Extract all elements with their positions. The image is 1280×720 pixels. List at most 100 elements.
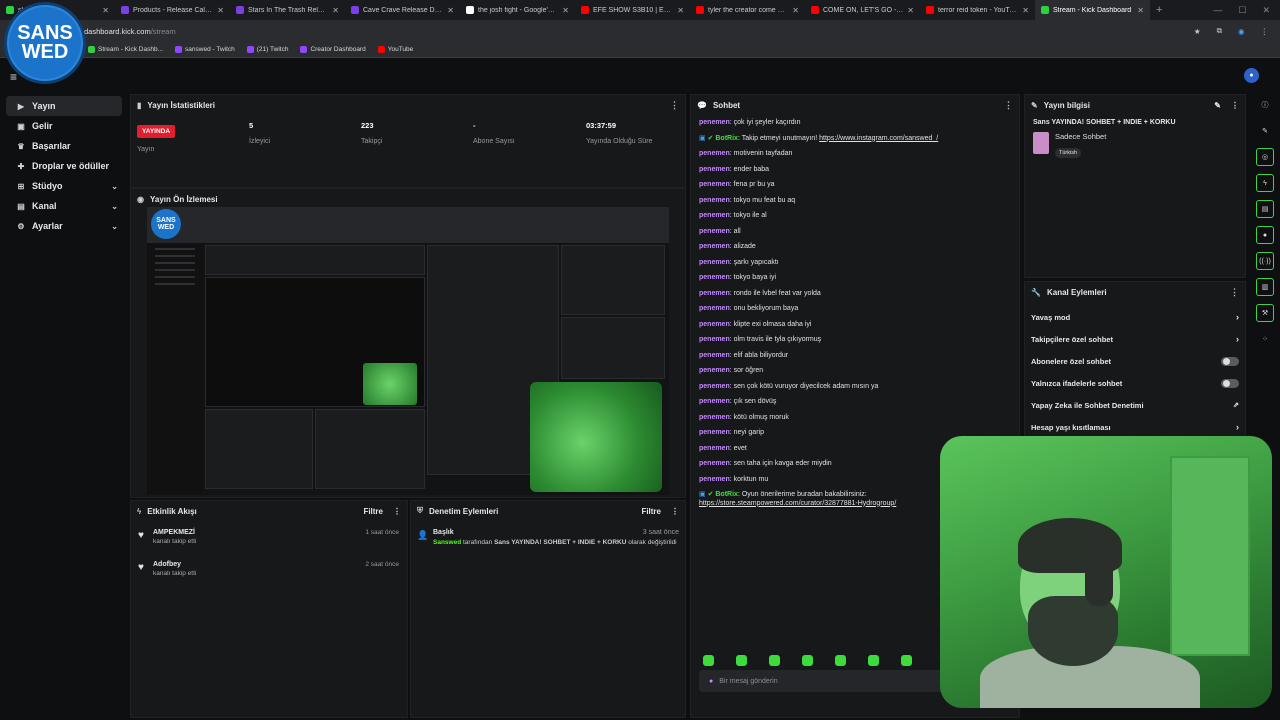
close-icon[interactable]: ✕ [332,6,339,15]
users-icon[interactable]: ⁘ [1256,330,1274,348]
profile-icon[interactable]: ◉ [1238,27,1245,36]
broadcast-icon[interactable]: ((·)) [1256,252,1274,270]
stats-panel: ▮ Yayın İstatistikleri ⋮ YAYINDA Yayın 5 İzl… [130,94,686,188]
chat-message: penemen: çık sen dövüş [699,398,777,405]
server-icon[interactable]: ▥ [1256,278,1274,296]
browser-tab[interactable]: Cave Crave Release Dates ✕ [345,0,460,20]
minimize-icon[interactable]: — [1213,5,1222,16]
mic-icon[interactable]: ● [709,678,713,685]
new-tab-icon[interactable]: + [1156,4,1162,16]
chat-message: penemen: onu bekliyorum baya [699,305,799,312]
browser-tab[interactable]: EFE SHOW S3B10 | ENİS KİRA✕ [575,0,690,20]
url-text[interactable]: dashboard.kick.com/stream [84,27,176,36]
live-badge: YAYINDA [137,125,176,138]
chat-link[interactable]: https://www.instagram.com/sanswed_/ [819,135,938,142]
toggle-switch[interactable] [1221,378,1239,388]
external-link-icon: ⇗ [1233,402,1239,409]
star-icon[interactable]: ★ [1194,27,1201,36]
browser-tab[interactable]: Stars In The Trash Release Da✕ [230,0,345,20]
sidebar-item[interactable]: ⚙ Ayarlar ⌄ [6,216,122,236]
browser-tab[interactable]: the josh fight - Google'da Ara✕ [460,0,575,20]
bookmark-item[interactable]: Stream - Kick Dashb... [88,46,163,53]
pencil-icon[interactable]: ✎ [1256,122,1274,140]
more-options-icon[interactable]: ⋮ [670,100,679,111]
stream-info-title: Yayın bilgisi [1043,100,1090,110]
emote-icon[interactable] [703,655,714,666]
chat-bubble-icon[interactable]: ● [1256,226,1274,244]
top-bar [0,58,1280,92]
bookmarks-bar: Stream - Kick Dashb... sanswed - Twitch (2… [0,42,1280,58]
more-options-icon[interactable]: ⋮ [1231,101,1239,110]
emote-icon[interactable] [769,655,780,666]
address-bar[interactable]: dashboard.kick.com/stream ★ ⧉ ◉ ⋮ [0,20,1280,42]
more-options-icon[interactable]: ⋮ [393,507,401,516]
bookmark-item[interactable]: sanswed - Twitch [175,46,235,53]
emote-icon[interactable] [868,655,879,666]
stream-title-text: Sans YAYINDA! SOHBET + INDIE + KORKU [1033,119,1176,126]
bolt-icon[interactable]: ϟ [1256,174,1274,192]
chat-message: penemen: elif abla biliyordur [699,351,789,359]
more-options-icon[interactable]: ⋮ [1230,287,1239,298]
bolt-icon: ϟ [137,506,142,516]
emote-icon[interactable] [901,655,912,666]
bookmark-item[interactable]: YouTube [377,46,413,53]
browser-tab[interactable]: terror reid token - YouTube ✕ [920,0,1035,20]
more-options-icon[interactable]: ⋮ [671,507,679,516]
browser-tab[interactable]: tyler the creator come on let's✕ [690,0,805,20]
close-icon[interactable]: ✕ [102,6,109,15]
info-icon[interactable]: ⓘ [1256,96,1274,114]
menu-icon[interactable]: ⋮ [1261,27,1269,36]
close-icon[interactable]: ✕ [677,6,684,15]
channel-action-item[interactable]: Hesap yaşı kısıtlaması › [1025,416,1245,438]
camera-icon[interactable]: ◎ [1256,148,1274,166]
chat-message: penemen: fena pr bu ya [699,181,775,188]
more-options-icon[interactable]: ⋮ [1004,100,1013,111]
sidebar-item[interactable]: ▶ Yayın [6,96,122,116]
sidebar-item[interactable]: ✚ Droplar ve ödüller [6,156,122,176]
close-icon[interactable]: ✕ [562,6,569,15]
close-icon[interactable]: ✕ [1022,6,1029,15]
browser-tab[interactable]: Products - Release Calendar✕ [115,0,230,20]
maximize-icon[interactable]: ☐ [1238,5,1246,16]
filter-button[interactable]: Filtre [363,507,383,516]
chat-message: penemen: rondo ile lvbel feat var yolda [699,289,821,297]
close-icon[interactable]: ✕ [447,6,454,15]
channel-action-item[interactable]: Yalnızca ifadelerle sohbet [1025,372,1245,394]
moderation-panel: ⛨ Denetim Eylemleri Filtre ⋮ 👤 Başlık 3 saat… [410,500,686,718]
toggle-switch[interactable] [1221,356,1239,366]
browser-tab[interactable]: COME ON, LET'S GO - YouTu✕ [805,0,920,20]
extensions-icon[interactable]: ⧉ [1217,26,1222,36]
bot-badge-icon: ▣ [699,491,708,498]
document-icon[interactable]: ▤ [1256,200,1274,218]
emote-icon[interactable] [736,655,747,666]
close-window-icon[interactable]: ✕ [1262,5,1270,16]
sidebar-item[interactable]: ♛ Başarılar [6,136,122,156]
filter-button[interactable]: Filtre [641,507,661,516]
emote-icon[interactable] [835,655,846,666]
close-icon[interactable]: ✕ [907,6,914,15]
close-icon[interactable]: ✕ [792,6,799,15]
channel-action-item[interactable]: Yapay Zeka ile Sohbet Denetimi ⇗ [1025,394,1245,416]
browser-tab[interactable]: Stream - Kick Dashboard ✕ [1035,0,1150,20]
close-icon[interactable]: ✕ [217,6,224,15]
sidebar-item[interactable]: ▣ Gelir [6,116,122,136]
emote-icon[interactable] [802,655,813,666]
right-rail: ⓘ ✎ ◎ ϟ ▤ ● ((·)) ▥ ⚒ ⁘ [1250,92,1280,382]
channel-action-item[interactable]: Abonelere özel sohbet [1025,350,1245,372]
wallet-icon: ▣ [17,121,25,131]
tab-favicon-icon [6,6,14,14]
stream-preview-video[interactable]: SANS WED [147,207,669,495]
channel-action-item[interactable]: Takipçilere özel sohbet › [1025,328,1245,350]
bookmark-item[interactable]: Creator Dashboard [300,46,366,53]
bookmark-item[interactable]: (21) Twitch [246,46,288,53]
sidebar-item[interactable]: ▤ Kanal ⌄ [6,196,122,216]
chat-input[interactable]: ● Bir mesaj gönderin [699,670,959,692]
channel-action-item[interactable]: Yavaş mod › [1025,306,1245,328]
edit-icon[interactable]: ✎ [1214,101,1221,110]
close-icon[interactable]: ✕ [1137,6,1144,15]
sidebar-item[interactable]: ⊞ Stüdyo ⌄ [6,176,122,196]
channel-actions-title: Kanal Eylemleri [1046,287,1107,297]
user-avatar[interactable]: ● [1244,68,1259,83]
chat-link[interactable]: https://store.steampowered.com/curator/3… [699,500,896,507]
wrench-icon[interactable]: ⚒ [1256,304,1274,322]
